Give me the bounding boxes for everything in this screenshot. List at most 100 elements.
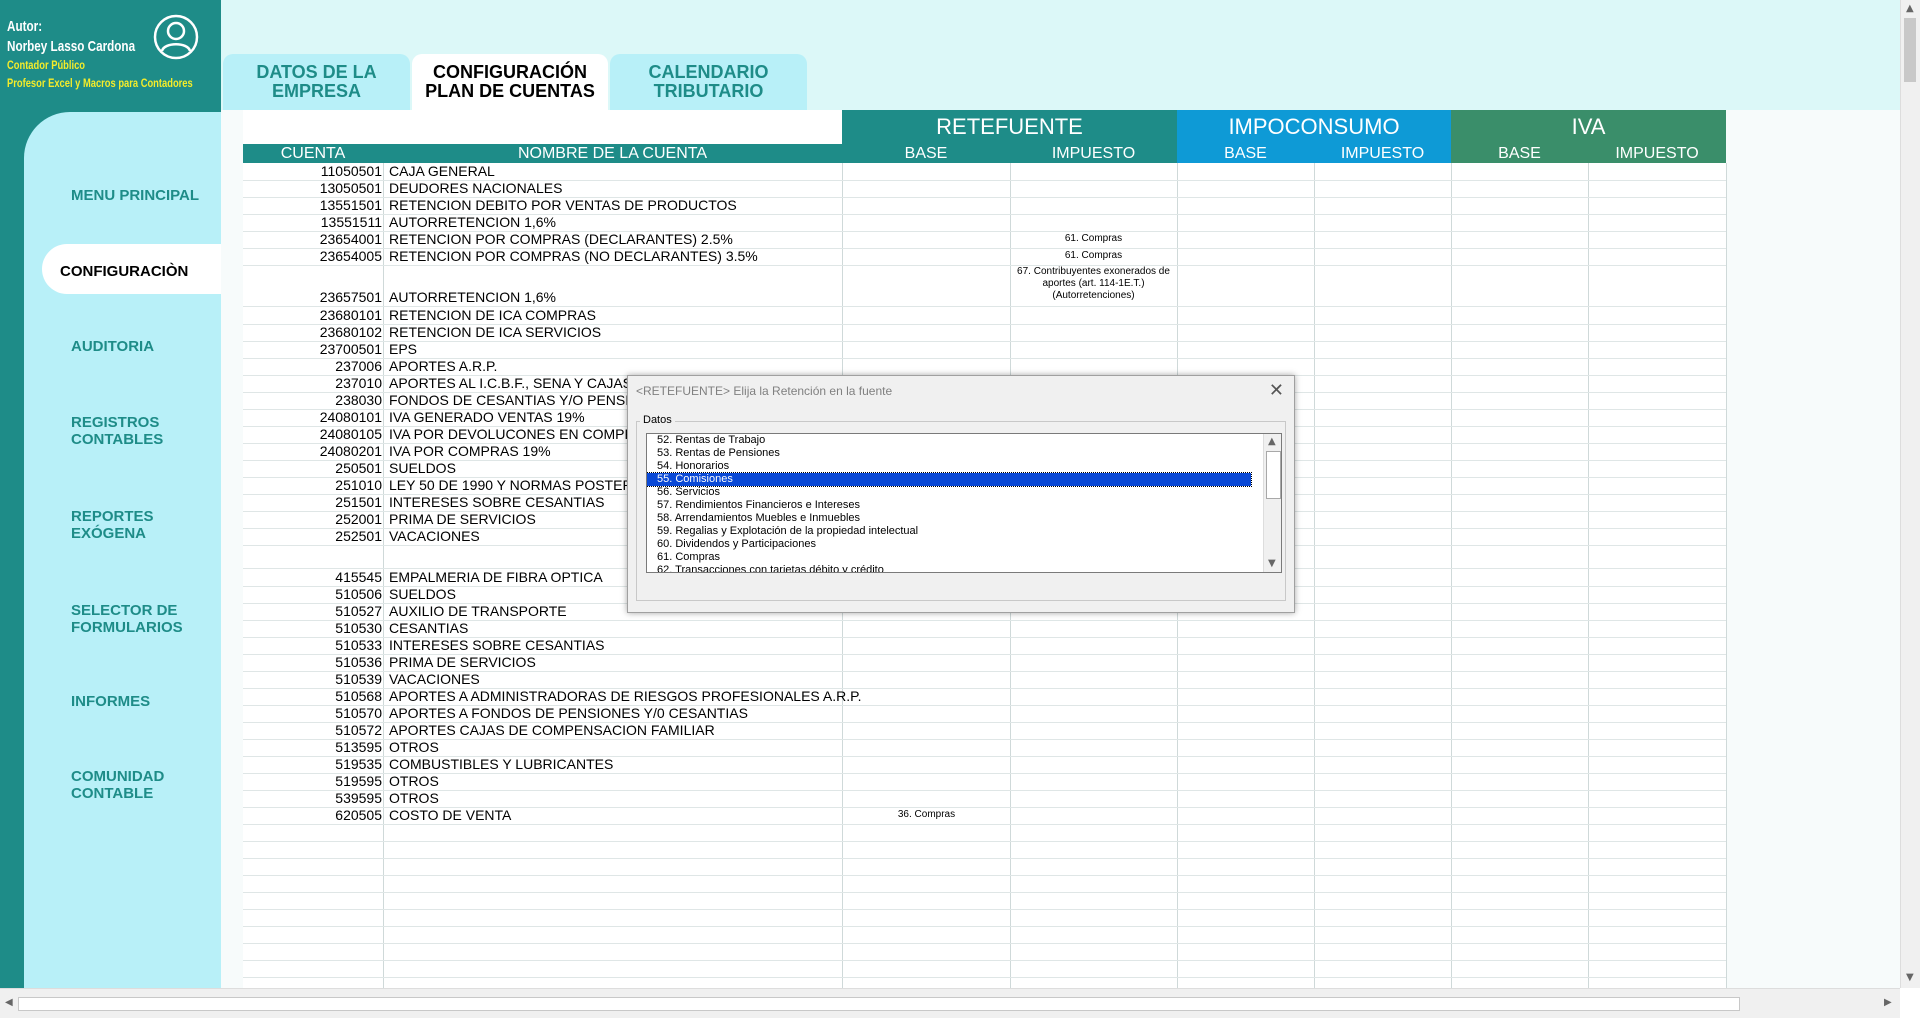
- sidebar-item-registros-contables[interactable]: REGISTROS CONTABLES: [71, 414, 163, 448]
- table-row[interactable]: 510539 VACACIONES: [243, 671, 1726, 689]
- list-item[interactable]: 59. Regalias y Explotación de la propied…: [647, 525, 1251, 538]
- account-name: INTERESES SOBRE CESANTIAS: [389, 494, 605, 510]
- account-name: APORTES A ADMINISTRADORAS DE RIESGOS PRO…: [389, 688, 862, 704]
- account-code: 620505: [335, 807, 382, 823]
- table-row-empty[interactable]: [243, 824, 1726, 842]
- header-impo-base: BASE: [1177, 144, 1314, 163]
- table-row[interactable]: 13050501 DEUDORES NACIONALES: [243, 180, 1726, 198]
- sidebar-item-reportes-exogena[interactable]: REPORTES EXÓGENA: [71, 508, 154, 542]
- table-row-empty[interactable]: [243, 875, 1726, 893]
- account-code: 510530: [335, 620, 382, 636]
- account-name: RETENCION DE ICA COMPRAS: [389, 307, 596, 323]
- rete-base-value: 36. Compras: [897, 809, 956, 820]
- table-row-empty[interactable]: [243, 926, 1726, 944]
- list-item[interactable]: 56. Servicios: [647, 486, 1251, 499]
- scroll-up-icon[interactable]: ▲: [1268, 436, 1276, 447]
- header-nombre-cuenta: NOMBRE DE LA CUENTA: [383, 144, 842, 163]
- account-code: 23654001: [319, 231, 382, 247]
- account-code: 24080201: [319, 443, 382, 459]
- account-name: AUTORRETENCION 1,6%: [389, 214, 556, 230]
- sidebar-item-selector-formularios[interactable]: SELECTOR DE FORMULARIOS: [71, 602, 183, 636]
- table-row[interactable]: 510536 PRIMA DE SERVICIOS: [243, 654, 1726, 672]
- table-row[interactable]: 510530 CESANTIAS: [243, 620, 1726, 638]
- table-row[interactable]: 23680101 RETENCION DE ICA COMPRAS: [243, 307, 1726, 325]
- account-name: VACACIONES: [389, 528, 480, 544]
- sidebar-item-label: FORMULARIOS: [71, 619, 183, 636]
- table-row[interactable]: 23680102 RETENCION DE ICA SERVICIOS: [243, 324, 1726, 342]
- table-row[interactable]: 23654005 RETENCION POR COMPRAS (NO DECLAR…: [243, 248, 1726, 266]
- table-row-empty[interactable]: [243, 943, 1726, 961]
- table-row[interactable]: 620505 COSTO DE VENTA 36. Compras: [243, 807, 1726, 825]
- sidebar-item-label: CONTABLE: [71, 785, 154, 802]
- table-row[interactable]: 23657501 AUTORRETENCION 1,6% 67. Contrib…: [243, 265, 1726, 307]
- list-item[interactable]: 57. Rendimientos Financieros e Intereses: [647, 499, 1251, 512]
- retencion-listbox[interactable]: 52. Rentas de Trabajo 53. Rentas de Pens…: [646, 433, 1282, 573]
- account-name: PRIMA DE SERVICIOS: [389, 511, 536, 527]
- list-item[interactable]: 58. Arrendamientos Muebles e Inmuebles: [647, 512, 1251, 525]
- sidebar-item-auditoria[interactable]: AUDITORIA: [71, 338, 154, 355]
- table-row[interactable]: 519535 COMBUSTIBLES Y LUBRICANTES: [243, 756, 1726, 774]
- author-name: Norbey Lasso Cardona: [7, 38, 136, 55]
- author-subtitle: Profesor Excel y Macros para Contadores: [7, 76, 193, 90]
- account-name: CESANTIAS: [389, 620, 469, 636]
- table-row[interactable]: 519595 OTROS: [243, 773, 1726, 791]
- account-name: RETENCION POR COMPRAS (NO DECLARANTES) 3…: [389, 248, 758, 264]
- sidebar-item-label: EXÓGENA: [71, 525, 147, 542]
- account-code: 23680102: [319, 324, 382, 340]
- table-row[interactable]: 510572 APORTES CAJAS DE COMPENSACION FAMI…: [243, 722, 1726, 740]
- table-row-empty[interactable]: [243, 909, 1726, 927]
- list-item[interactable]: 54. Honorarios: [647, 460, 1251, 473]
- scroll-left-icon[interactable]: ◀: [5, 997, 13, 1008]
- scroll-thumb[interactable]: [1266, 451, 1281, 499]
- scroll-thumb[interactable]: [18, 997, 1740, 1011]
- account-code: 251010: [335, 477, 382, 493]
- listbox-scrollbar[interactable]: ▲ ▼: [1263, 434, 1281, 572]
- list-item-selected[interactable]: 55. Comisiones: [647, 472, 1252, 487]
- tab-label: CALENDARIO: [648, 62, 769, 82]
- table-row[interactable]: 23700501 EPS: [243, 341, 1726, 359]
- tab-configuracion-plan-cuentas[interactable]: CONFIGURACIÓN PLAN DE CUENTAS: [412, 54, 608, 110]
- account-name: OTROS: [389, 739, 439, 755]
- tab-calendario-tributario[interactable]: CALENDARIO TRIBUTARIO: [610, 54, 807, 110]
- tab-datos-empresa[interactable]: DATOS DE LA EMPRESA: [223, 54, 410, 110]
- sidebar-item-label: SELECTOR DE: [71, 602, 178, 619]
- table-row[interactable]: 11050501 CAJA GENERAL: [243, 163, 1726, 181]
- account-code: 510539: [335, 671, 382, 687]
- list-item[interactable]: 61. Compras: [647, 551, 1251, 564]
- table-row[interactable]: 13551501 RETENCION DEBITO POR VENTAS DE P…: [243, 197, 1726, 215]
- note-line: aportes (art. 114-1E.T.): [1042, 278, 1145, 289]
- scroll-thumb[interactable]: [1904, 18, 1916, 82]
- close-icon[interactable]: ✕: [1269, 380, 1284, 401]
- header-iva-impuesto: IMPUESTO: [1588, 144, 1726, 163]
- window-horizontal-scrollbar[interactable]: ◀ ▶: [0, 988, 1900, 1018]
- sidebar-item-comunidad-contable[interactable]: COMUNIDAD CONTABLE: [71, 768, 164, 802]
- list-item[interactable]: 52. Rentas de Trabajo: [647, 434, 1251, 447]
- table-row[interactable]: 510570 APORTES A FONDOS DE PENSIONES Y/0 …: [243, 705, 1726, 723]
- sidebar-item-informes[interactable]: INFORMES: [71, 693, 150, 710]
- account-code: 415545: [335, 569, 382, 585]
- table-row[interactable]: 510533 INTERESES SOBRE CESANTIAS: [243, 637, 1726, 655]
- list-item[interactable]: 60. Dividendos y Participaciones: [647, 538, 1251, 551]
- list-item[interactable]: 53. Rentas de Pensiones: [647, 447, 1251, 460]
- table-row[interactable]: 510568 APORTES A ADMINISTRADORAS DE RIESG…: [243, 688, 1726, 706]
- scroll-down-icon[interactable]: ▼: [1906, 972, 1914, 983]
- table-row[interactable]: 513595 OTROS: [243, 739, 1726, 757]
- sidebar-item-menu-principal[interactable]: MENU PRINCIPAL: [71, 187, 199, 204]
- table-row[interactable]: 23654001 RETENCION POR COMPRAS (DECLARANT…: [243, 231, 1726, 249]
- table-row[interactable]: 13551511 AUTORRETENCION 1,6%: [243, 214, 1726, 232]
- table-row-empty[interactable]: [243, 892, 1726, 910]
- list-item[interactable]: 62. Transacciones con tarjetas débito y …: [647, 564, 1251, 572]
- table-row-empty[interactable]: [243, 858, 1726, 876]
- note-line: (Autorretenciones): [1052, 290, 1135, 301]
- table-row[interactable]: 237006 APORTES A.R.P.: [243, 358, 1726, 376]
- scroll-right-icon[interactable]: ▶: [1884, 997, 1892, 1008]
- scroll-up-icon[interactable]: ▲: [1906, 3, 1914, 14]
- table-row-empty[interactable]: [243, 841, 1726, 859]
- table-row[interactable]: 539595 OTROS: [243, 790, 1726, 808]
- account-code: 13551511: [320, 214, 382, 230]
- sidebar-item-configuracion[interactable]: CONFIGURACIÒN: [60, 263, 188, 280]
- window-vertical-scrollbar[interactable]: ▲ ▼: [1900, 0, 1920, 988]
- account-name: RETENCION DEBITO POR VENTAS DE PRODUCTOS: [389, 197, 737, 213]
- table-row-empty[interactable]: [243, 960, 1726, 978]
- scroll-down-icon[interactable]: ▼: [1268, 558, 1276, 569]
